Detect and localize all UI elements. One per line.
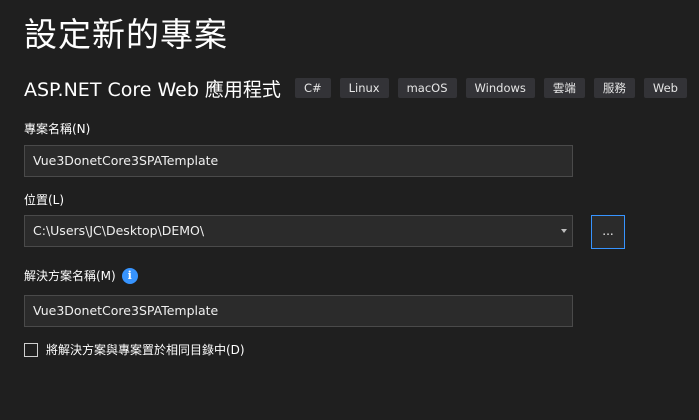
page-title: 設定新的專案 [24,15,228,54]
info-icon[interactable]: i [121,267,138,284]
template-row: ASP.NET Core Web 應用程式 C# Linux macOS Win… [24,76,696,101]
project-name-input[interactable]: Vue3DonetCore3SPATemplate [24,145,573,177]
same-directory-option[interactable]: 將解決方案與專案置於相同目錄中(D) [24,341,245,358]
browse-button[interactable]: ... [591,215,625,249]
tag-macos: macOS [397,78,457,98]
same-directory-checkbox[interactable] [24,342,38,357]
browse-button-label: ... [602,224,614,238]
tag-windows: Windows [465,78,535,98]
solution-name-label: 解決方案名稱(M) i [24,267,138,284]
template-name: ASP.NET Core Web 應用程式 [24,78,281,101]
solution-name-label-text: 解決方案名稱(M) [24,269,116,283]
location-label: 位置(L) [24,191,64,208]
same-directory-label: 將解決方案與專案置於相同目錄中(D) [46,343,245,357]
tag-linux: Linux [339,78,389,98]
tag-cloud: 雲端 [543,78,585,98]
chevron-down-icon[interactable] [561,229,567,233]
tag-service: 服務 [593,78,635,98]
location-combobox[interactable]: C:\Users\JC\Desktop\DEMO\ [24,215,573,247]
project-name-label-text: 專案名稱(N) [24,122,91,136]
location-label-text: 位置(L) [24,193,65,207]
location-value: C:\Users\JC\Desktop\DEMO\ [33,223,205,238]
solution-name-input[interactable]: Vue3DonetCore3SPATemplate [24,295,573,327]
project-name-value: Vue3DonetCore3SPATemplate [33,153,219,168]
tag-csharp: C# [294,78,331,98]
project-name-label: 專案名稱(N) [24,120,90,137]
solution-name-value: Vue3DonetCore3SPATemplate [33,303,219,318]
tag-web: Web [643,78,687,98]
